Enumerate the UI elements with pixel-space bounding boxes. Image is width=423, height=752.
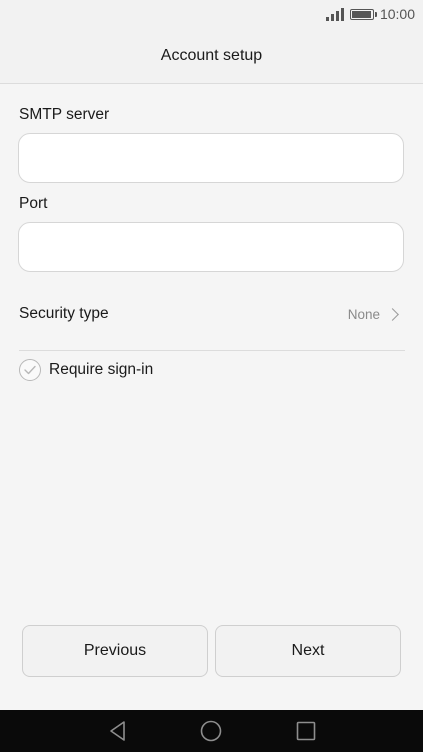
battery-icon	[349, 8, 377, 20]
port-label: Port	[19, 195, 48, 212]
page-title: Account setup	[160, 46, 263, 64]
checkbox-circle-icon[interactable]	[19, 359, 41, 381]
security-type-row[interactable]: Security type None	[19, 290, 405, 338]
status-bar: 10:00	[0, 0, 423, 28]
port-input[interactable]	[18, 222, 404, 272]
security-type-value: None	[347, 306, 380, 322]
chevron-right-icon	[386, 307, 399, 321]
recents-icon[interactable]	[295, 720, 317, 742]
smtp-server-input[interactable]	[18, 133, 404, 183]
previous-button[interactable]: Previous	[22, 625, 208, 677]
clock: 10:00	[379, 6, 415, 22]
account-setup-screen: 10:00 Account setup SMTP server Port Sec…	[0, 0, 423, 752]
back-icon[interactable]	[107, 720, 129, 742]
next-button[interactable]: Next	[215, 625, 401, 677]
signal-icon	[325, 7, 344, 21]
require-sign-in-label: Require sign-in	[49, 361, 154, 378]
require-sign-in-checkbox[interactable]: Require sign-in	[19, 357, 153, 383]
checkmark-icon	[24, 365, 36, 375]
navigation-bar	[0, 710, 423, 752]
status-icons: 10:00	[325, 6, 415, 22]
divider	[19, 350, 405, 351]
security-type-selector[interactable]: None	[348, 307, 405, 322]
battery-level	[351, 10, 371, 18]
smtp-server-label: SMTP server	[19, 106, 110, 123]
app-header: Account setup	[0, 28, 423, 84]
home-icon[interactable]	[200, 720, 222, 742]
security-type-label: Security type	[19, 305, 109, 322]
